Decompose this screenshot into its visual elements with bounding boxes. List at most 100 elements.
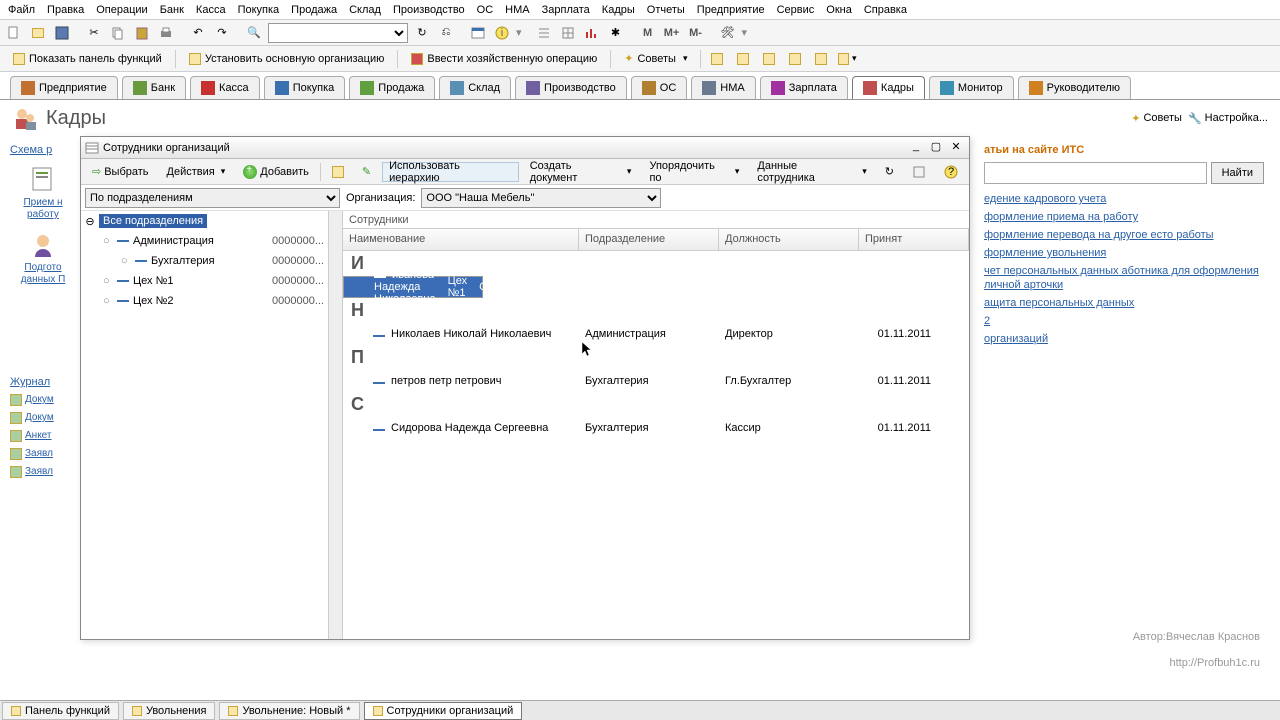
its-link[interactable]: организаций [984, 332, 1264, 346]
copy-icon[interactable] [108, 23, 128, 43]
journal-tab[interactable]: Журнал [10, 376, 50, 388]
tab-склад[interactable]: Склад [439, 76, 511, 99]
settings-icon[interactable]: ✱ [606, 23, 626, 43]
tree-item[interactable]: ○Администрация0000000... [81, 231, 328, 251]
table-row[interactable]: Николаев Николай НиколаевичАдминистрация… [343, 323, 969, 345]
create-doc-dropdown[interactable]: Создать документ [523, 162, 639, 182]
its-find-button[interactable]: Найти [1211, 162, 1264, 184]
table-row[interactable]: петров петр петровичБухгалтерияГл.Бухгал… [343, 370, 969, 392]
tab-предприятие[interactable]: Предприятие [10, 76, 118, 99]
tree-item[interactable]: ○Бухгалтерия0000000... [81, 251, 328, 271]
search-combo[interactable] [268, 23, 408, 43]
menu-item[interactable]: Операции [96, 4, 147, 16]
tools-icon[interactable]: 🛠 [718, 23, 738, 43]
its-link[interactable]: чет персональных данных аботника для офо… [984, 264, 1264, 292]
tab-зарплата[interactable]: Зарплата [760, 76, 848, 99]
open-icon[interactable] [28, 23, 48, 43]
m-minus-button[interactable]: М- [686, 23, 706, 43]
cut-icon[interactable]: ✂ [84, 23, 104, 43]
menu-item[interactable]: Склад [349, 4, 381, 16]
menu-item[interactable]: Касса [196, 4, 226, 16]
t2-icon-5[interactable] [811, 49, 831, 69]
tree-item[interactable]: ○Цех №10000000... [81, 271, 328, 291]
tree-item[interactable]: ○Цех №20000000... [81, 291, 328, 311]
maximize-button[interactable]: ▢ [927, 140, 945, 156]
refresh-icon[interactable]: ↻ [412, 23, 432, 43]
menu-item[interactable]: НМА [505, 4, 529, 16]
its-link[interactable]: формление увольнения [984, 246, 1264, 260]
add-button[interactable]: Добавить [236, 162, 316, 182]
dept-filter-select[interactable]: По подразделениям [85, 188, 340, 208]
side-link[interactable]: Докум [10, 412, 76, 424]
taskbar-item[interactable]: Увольнение: Новый * [219, 702, 359, 720]
save-icon[interactable] [52, 23, 72, 43]
col-hired[interactable]: Принят [859, 229, 969, 250]
table-row[interactable]: иванова Надежда НиколаевнаЦех №1Сборщик0… [343, 276, 483, 298]
new-icon[interactable] [4, 23, 24, 43]
calendar-icon[interactable] [468, 23, 488, 43]
nav-icon[interactable]: ⎌ [436, 23, 456, 43]
employee-data-dropdown[interactable]: Данные сотрудника [750, 162, 873, 182]
tab-покупка[interactable]: Покупка [264, 76, 346, 99]
t2-icon-2[interactable] [733, 49, 753, 69]
menu-item[interactable]: Производство [393, 4, 465, 16]
paste-icon[interactable] [132, 23, 152, 43]
tab-банк[interactable]: Банк [122, 76, 186, 99]
tab-продажа[interactable]: Продажа [349, 76, 435, 99]
chart-icon[interactable] [582, 23, 602, 43]
m-button[interactable]: М [638, 23, 658, 43]
use-hierarchy-button[interactable]: Использовать иерархию [382, 162, 519, 182]
side-link[interactable]: Заявл [10, 466, 76, 478]
enter-operation-button[interactable]: Ввести хозяйственную операцию [404, 49, 604, 69]
tab-касса[interactable]: Касса [190, 76, 260, 99]
side-link[interactable]: Анкет [10, 430, 76, 442]
t2-icon-4[interactable] [785, 49, 805, 69]
grid-icon[interactable] [558, 23, 578, 43]
refresh-icon[interactable]: ↻ [878, 162, 901, 182]
tab-производство[interactable]: Производство [515, 76, 627, 99]
col-position[interactable]: Должность [719, 229, 859, 250]
menu-item[interactable]: Предприятие [697, 4, 765, 16]
col-dept[interactable]: Подразделение [579, 229, 719, 250]
menu-item[interactable]: Кадры [602, 4, 635, 16]
its-link[interactable]: ащита персональных данных [984, 296, 1264, 310]
org-select[interactable]: ООО "Наша Мебель" [421, 188, 661, 208]
menu-item[interactable]: Справка [864, 4, 907, 16]
t2-icon-6[interactable] [837, 49, 857, 69]
window-titlebar[interactable]: Сотрудники организаций _ ▢ ✕ [81, 137, 969, 159]
copy-row-icon[interactable] [325, 162, 351, 182]
filter-icon[interactable] [905, 162, 933, 182]
set-org-button[interactable]: Установить основную организацию [182, 49, 392, 69]
menu-item[interactable]: Правка [47, 4, 84, 16]
tab-кадры[interactable]: Кадры [852, 76, 925, 99]
menu-item[interactable]: Файл [8, 4, 35, 16]
actions-dropdown[interactable]: Действия [160, 162, 233, 182]
col-name[interactable]: Наименование [343, 229, 579, 250]
scheme-tab[interactable]: Схема р [10, 144, 52, 156]
menu-item[interactable]: Покупка [238, 4, 280, 16]
tab-монитор[interactable]: Монитор [929, 76, 1014, 99]
close-button[interactable]: ✕ [947, 140, 965, 156]
settings-link[interactable]: 🔧Настройка... [1188, 112, 1268, 125]
t2-icon-3[interactable] [759, 49, 779, 69]
its-link[interactable]: формление приема на работу [984, 210, 1264, 224]
tab-ос[interactable]: ОС [631, 76, 688, 99]
menu-item[interactable]: ОС [477, 4, 494, 16]
taskbar-item[interactable]: Панель функций [2, 702, 119, 720]
side-item-prepare[interactable]: Подгото данных П [10, 231, 76, 286]
table-row[interactable]: Сидорова Надежда СергеевнаБухгалтерияКас… [343, 417, 969, 439]
list-icon[interactable] [534, 23, 554, 43]
select-button[interactable]: ⇨Выбрать [85, 162, 156, 182]
menu-item[interactable]: Сервис [777, 4, 815, 16]
print-icon[interactable] [156, 23, 176, 43]
taskbar-item[interactable]: Сотрудники организаций [364, 702, 523, 720]
undo-icon[interactable]: ↶ [188, 23, 208, 43]
side-link[interactable]: Заявл [10, 448, 76, 460]
taskbar-item[interactable]: Увольнения [123, 702, 215, 720]
menu-item[interactable]: Продажа [291, 4, 337, 16]
zoom-icon[interactable]: 🔍 [244, 23, 264, 43]
menu-item[interactable]: Банк [160, 4, 184, 16]
help-icon[interactable]: ? [937, 162, 965, 182]
order-by-dropdown[interactable]: Упорядочить по [642, 162, 746, 182]
its-search-input[interactable] [984, 162, 1207, 184]
